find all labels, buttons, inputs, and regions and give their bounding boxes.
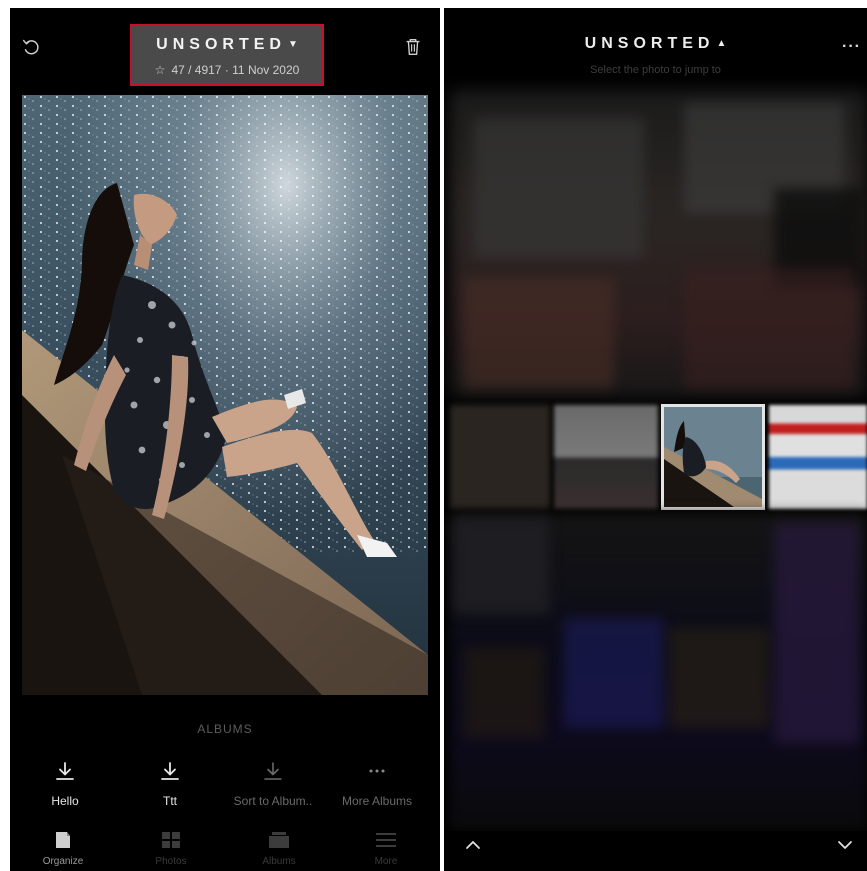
album-hello[interactable]: Hello [15,760,115,808]
star-icon[interactable]: ☆ [155,63,166,77]
grid-icon [131,830,211,850]
current-photo[interactable] [22,95,428,695]
jump-title[interactable]: UNSORTED ▲ [444,35,867,53]
more-albums-button[interactable]: More Albums [327,760,427,808]
album-label: Ttt [163,794,177,808]
album-label: Hello [51,794,79,808]
tab-label: More [374,856,398,867]
selected-thumbnail-image [664,407,762,507]
more-options-icon[interactable]: ··· [842,38,861,56]
album-sort-to-album[interactable]: Sort to Album.. [223,760,323,808]
album-label: More Albums [341,794,413,808]
thumbnail[interactable] [450,405,550,509]
undo-icon[interactable] [20,36,42,58]
download-icon [120,760,220,782]
jump-title-text: UNSORTED [584,35,715,52]
thumbnail[interactable] [769,405,867,509]
tab-label: Organize [42,856,84,867]
blurred-thumbnail [474,118,644,258]
tab-label: Photos [155,856,187,867]
photo-count-date: 47 / 4917 · 11 Nov 2020 [171,63,300,77]
menu-icon [346,830,426,850]
albums-icon [239,830,319,850]
album-title-selector[interactable]: UNSORTED ▼ ☆ 47 / 4917 · 11 Nov 2020 [130,24,324,86]
tab-more[interactable]: More [346,830,426,867]
chevron-up-icon[interactable] [464,836,482,854]
photo-image [22,95,428,695]
album-title: UNSORTED ▼ [132,36,322,54]
chevron-down-icon[interactable] [836,836,854,854]
jump-subtitle: Select the photo to jump to [590,64,721,76]
jump-to-photo-screen: UNSORTED ▲ Select the photo to jump to ··… [444,8,867,871]
organize-screen: UNSORTED ▼ ☆ 47 / 4917 · 11 Nov 2020 ALB… [10,8,440,871]
tab-albums[interactable]: Albums [239,830,319,867]
download-icon [15,760,115,782]
caret-down-icon: ▼ [287,39,298,50]
albums-section-title: ALBUMS [197,722,253,736]
blurred-thumbnail [669,628,769,728]
blurred-thumbnail [464,648,544,738]
album-ttt[interactable]: Ttt [120,760,220,808]
thumbnail[interactable] [554,405,658,509]
blurred-thumbnail [774,523,859,743]
organize-icon [23,830,103,850]
album-title-text: UNSORTED [156,36,286,53]
bottom-bar [444,831,867,871]
blurred-thumbnail [684,268,854,388]
tab-organize[interactable]: Organize [23,830,103,867]
blurred-thumbnail [564,618,664,728]
album-label: Sort to Album.. [233,794,313,808]
photo-info: ☆ 47 / 4917 · 11 Nov 2020 [132,63,322,77]
download-icon [223,760,323,782]
selected-thumbnail[interactable] [661,404,765,510]
caret-up-icon: ▲ [716,38,727,49]
blurred-thumbnail [454,518,549,613]
tab-photos[interactable]: Photos [131,830,211,867]
trash-icon[interactable] [402,36,424,58]
more-icon [327,760,427,782]
tab-label: Albums [262,856,296,867]
blurred-thumbnail [464,278,614,388]
